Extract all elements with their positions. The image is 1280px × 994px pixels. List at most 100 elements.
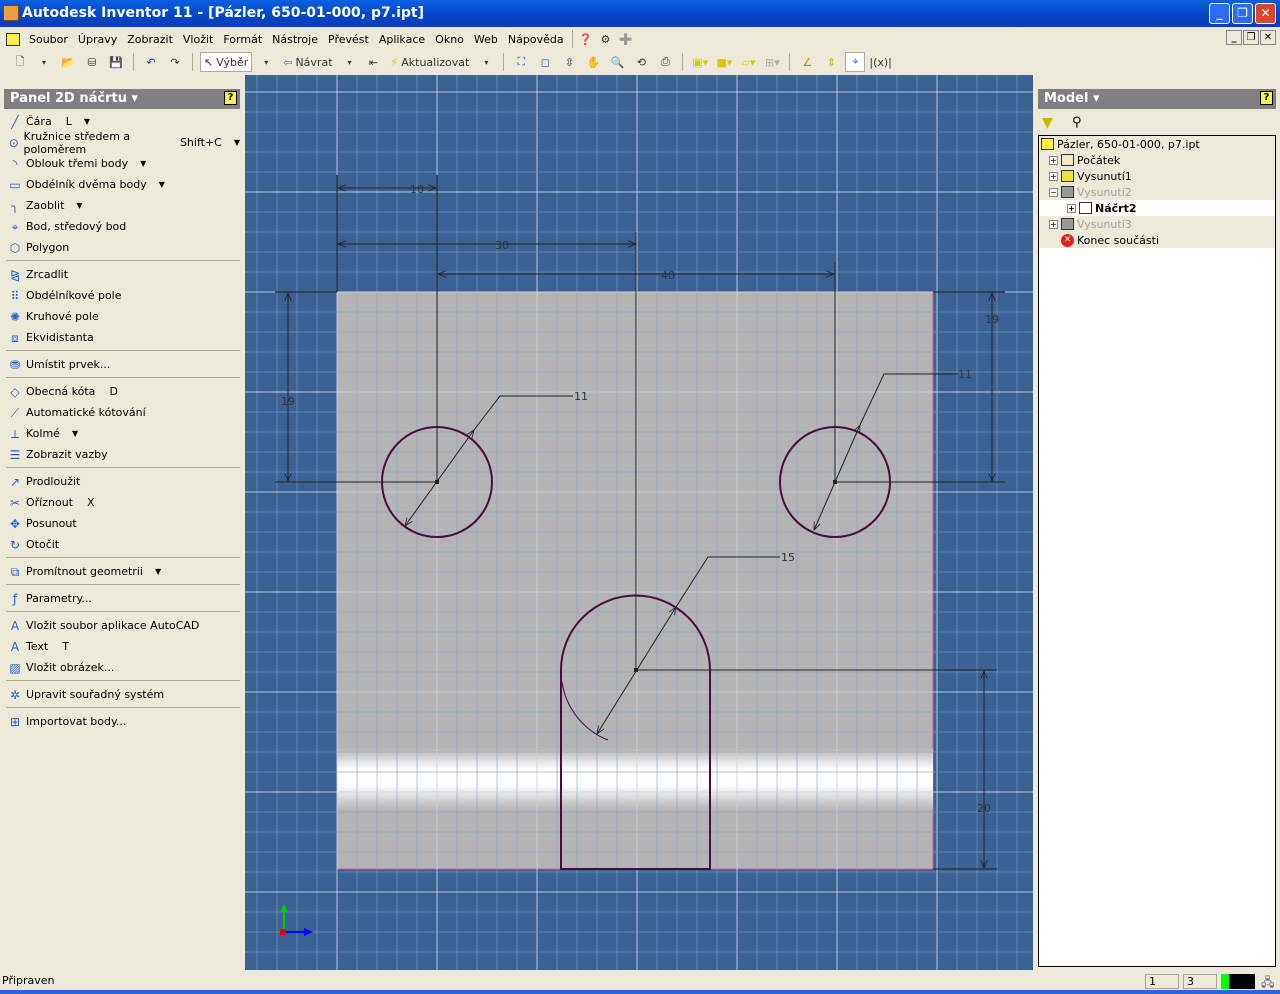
tool-extend[interactable]: ↗ Prodloužit <box>4 471 240 492</box>
update-dropdown-icon[interactable]: ▾ <box>476 52 496 72</box>
tool-dimension[interactable]: ◇ Obecná kóta D <box>4 381 240 402</box>
tool-project-geometry[interactable]: ⧉ Promítnout geometrii ▼ <box>4 561 240 582</box>
slice-icon[interactable]: ⇕ <box>821 52 841 72</box>
zoom-all-icon[interactable]: ⛶ <box>511 52 531 72</box>
dim-10[interactable]: 10 <box>410 183 424 196</box>
dim-30[interactable]: 30 <box>495 239 509 252</box>
tool-text[interactable]: A Text T <box>4 636 240 657</box>
select-button[interactable]: ↖ Výběr <box>200 52 253 72</box>
close-button[interactable]: ✕ <box>1255 3 1276 24</box>
expand-toggle[interactable]: + <box>1067 203 1076 213</box>
help-icon[interactable]: ? <box>1260 91 1273 105</box>
tool-auto-dimension[interactable]: ⟋ Automatické kótování <box>4 402 240 423</box>
doc-restore-button[interactable]: ❐ <box>1243 30 1259 45</box>
new-dropdown-icon[interactable]: ▾ <box>34 52 54 72</box>
open-icon[interactable]: 📂 <box>58 52 78 72</box>
tool-fillet[interactable]: ╮ Zaoblit ▼ <box>4 195 240 216</box>
dim-11-right[interactable]: 11 <box>958 368 972 381</box>
tool-polygon[interactable]: ⬡ Polygon <box>4 237 240 258</box>
expand-toggle[interactable]: − <box>1049 187 1058 197</box>
find-binoculars-icon[interactable]: ⚲ <box>1072 115 1082 130</box>
tool-arc[interactable]: ◝ Oblouk třemi body ▼ <box>4 153 240 174</box>
tree-node[interactable]: ✕ Konec součásti <box>1039 232 1275 248</box>
return-dropdown-icon[interactable]: ▾ <box>340 52 360 72</box>
tool-move[interactable]: ✥ Posunout <box>4 513 240 534</box>
tree-node[interactable]: Pázler, 650-01-000, p7.ipt <box>1039 136 1275 152</box>
tool-mirror[interactable]: ⧎ Zrcadlit <box>4 264 240 285</box>
tree-node[interactable]: + Počátek <box>1039 152 1275 168</box>
chevron-down-icon[interactable]: ▼ <box>84 117 90 126</box>
plus-icon[interactable]: ✚ <box>616 29 636 49</box>
menu-napoveda[interactable]: Nápověda <box>503 33 569 46</box>
return-button[interactable]: ⇦ Návrat <box>280 52 335 72</box>
tool-point[interactable]: ⌖ Bod, středový bod <box>4 216 240 237</box>
restore-button[interactable]: ❐ <box>1232 3 1253 24</box>
dim-19-right[interactable]: 19 <box>985 313 999 326</box>
menu-nastroje[interactable]: Nástroje <box>267 33 323 46</box>
tool-coordinate-system[interactable]: ✲ Upravit souřadný systém <box>4 684 240 705</box>
sketch-return-icon[interactable]: ⇤ <box>364 52 384 72</box>
new-icon[interactable]: 🗋 <box>10 52 30 72</box>
dim-40[interactable]: 40 <box>661 269 675 282</box>
tool-offset[interactable]: ⧈ Ekvidistanta <box>4 327 240 348</box>
tool-parameters[interactable]: ƒ Parametry... <box>4 588 240 609</box>
expand-toggle[interactable]: + <box>1049 219 1058 229</box>
save-icon[interactable]: 💾 <box>106 52 126 72</box>
dim-11-left[interactable]: 11 <box>574 390 588 403</box>
rotate-view-icon[interactable]: ⟲ <box>631 52 651 72</box>
chevron-down-icon[interactable]: ▼ <box>72 429 78 438</box>
plane-icon[interactable]: ▱▾ <box>738 52 758 72</box>
select-dropdown-icon[interactable]: ▾ <box>256 52 276 72</box>
tool-import-points[interactable]: ⊞ Importovat body... <box>4 711 240 732</box>
fx-icon[interactable]: |(x)| <box>869 52 892 72</box>
doc-minimize-button[interactable]: _ <box>1226 30 1242 45</box>
tool-rect-pattern[interactable]: ⠿ Obdélníkové pole <box>4 285 240 306</box>
expand-toggle[interactable]: + <box>1049 155 1058 165</box>
tool-circ-pattern[interactable]: ✺ Kruhové pole <box>4 306 240 327</box>
tool-place-feature[interactable]: ⛃ Umístit prvek... <box>4 354 240 375</box>
menu-vlozit[interactable]: Vložit <box>178 33 218 46</box>
sketch-canvas[interactable]: 10 30 40 19 19 11 11 15 20 <box>245 75 1033 970</box>
menu-okno[interactable]: Okno <box>430 33 469 46</box>
graphics-window[interactable]: 10 30 40 19 19 11 11 15 20 <box>245 75 1033 970</box>
tool-autocad[interactable]: A Vložit soubor aplikace AutoCAD <box>4 615 240 636</box>
tool-perpendicular[interactable]: ⟂ Kolmé ▼ <box>4 423 240 444</box>
tool-trim[interactable]: ✂ Oříznout X <box>4 492 240 513</box>
center-point-icon[interactable]: ⌖ <box>845 52 866 72</box>
tree-node[interactable]: + Vysunutí1 <box>1039 168 1275 184</box>
doc-close-button[interactable]: ✕ <box>1260 30 1276 45</box>
tool-circle[interactable]: ⊙ Kružnice středem a poloměrem Shift+C ▼ <box>4 130 240 156</box>
model-header[interactable]: Model ▾? <box>1038 89 1276 109</box>
tool-rectangle[interactable]: ▭ Obdélník dvěma body ▼ <box>4 174 240 195</box>
hierarchy-icon[interactable]: ⊞▾ <box>762 52 782 72</box>
expand-toggle[interactable]: + <box>1049 171 1058 181</box>
zoom-selected-icon[interactable]: 🔍 <box>607 52 627 72</box>
menu-prevest[interactable]: Převést <box>323 33 374 46</box>
help-icon[interactable]: ❓ <box>576 29 596 49</box>
zoom-window-icon[interactable]: ◻ <box>535 52 555 72</box>
tool-rotate[interactable]: ↻ Otočit <box>4 534 240 555</box>
pan-icon[interactable]: ✋ <box>583 52 603 72</box>
menu-format[interactable]: Formát <box>218 33 267 46</box>
chevron-down-icon[interactable]: ▼ <box>76 201 82 210</box>
display-mode-icon[interactable]: ▣▾ <box>690 52 710 72</box>
undo-icon[interactable]: ↶ <box>141 52 161 72</box>
angle-icon[interactable]: ∠ <box>797 52 817 72</box>
tree-node[interactable]: + Vysunutí3 <box>1039 216 1275 232</box>
chevron-down-icon[interactable]: ▼ <box>159 180 165 189</box>
whats-this-icon[interactable]: ⚙ <box>596 29 616 49</box>
dim-15[interactable]: 15 <box>781 551 795 564</box>
update-button[interactable]: ⚡ Aktualizovat <box>388 52 473 72</box>
help-icon[interactable]: ? <box>224 91 237 105</box>
tool-image[interactable]: ▨ Vložit obrázek... <box>4 657 240 678</box>
panel-header[interactable]: Panel 2D náčrtu ▾? <box>4 89 240 109</box>
minimize-button[interactable]: _ <box>1209 3 1230 24</box>
menu-zobrazit[interactable]: Zobrazit <box>122 33 178 46</box>
menu-web[interactable]: Web <box>469 33 503 46</box>
zoom-icon[interactable]: ⇳ <box>559 52 579 72</box>
tree-node[interactable]: + Náčrt2 <box>1039 200 1275 216</box>
look-at-icon[interactable]: ⎙ <box>655 52 675 72</box>
chevron-down-icon[interactable]: ▼ <box>140 159 146 168</box>
chevron-down-icon[interactable]: ▼ <box>234 138 240 147</box>
tool-show-constraints[interactable]: ☰ Zobrazit vazby <box>4 444 240 465</box>
